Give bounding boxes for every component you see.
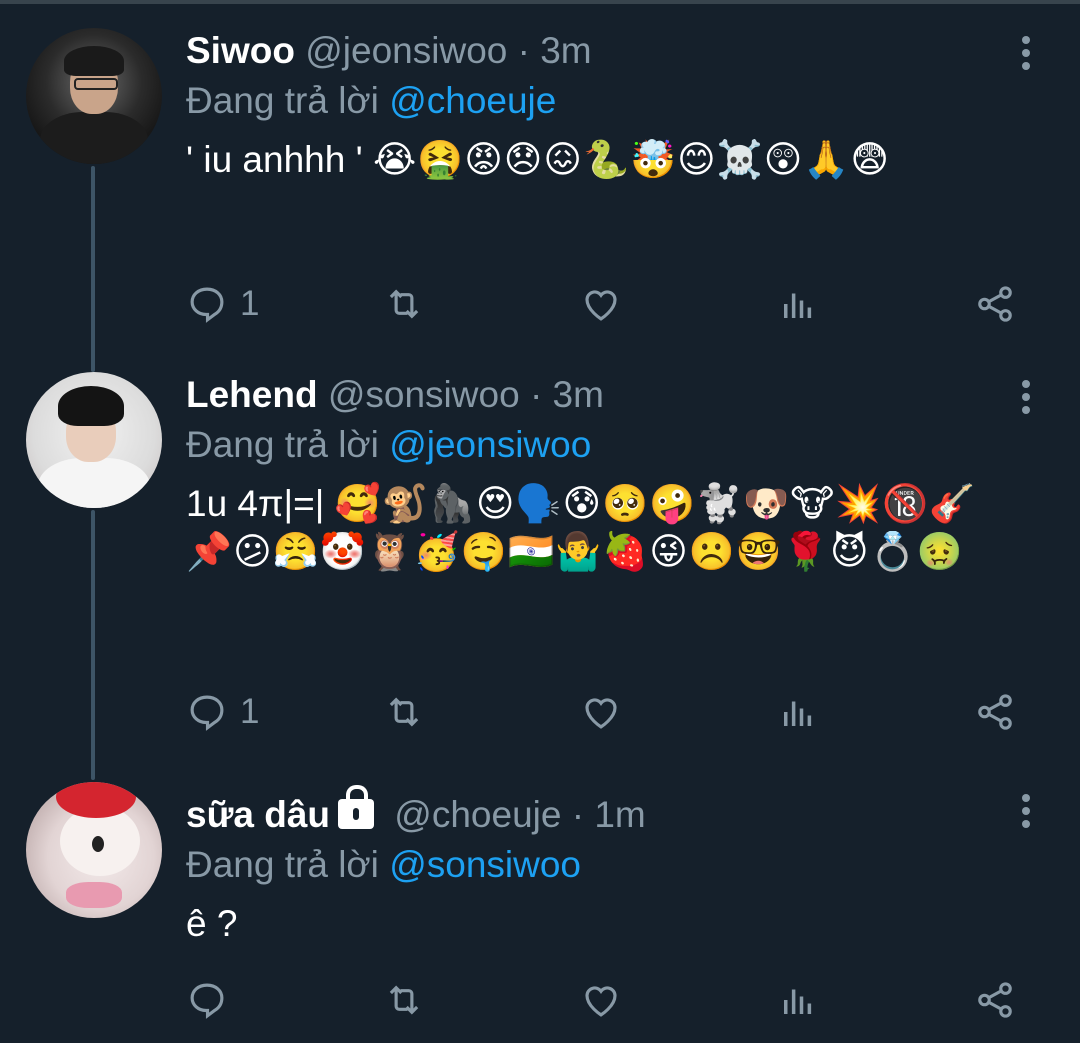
reply-context: Đang trả lời @choeuje xyxy=(186,78,1020,124)
share-button[interactable] xyxy=(974,282,1016,326)
reply-prefix: Đang trả lời xyxy=(186,424,379,465)
retweet-button[interactable] xyxy=(383,282,425,326)
separator: · xyxy=(517,30,530,71)
retweet-button[interactable] xyxy=(383,690,425,734)
share-icon xyxy=(978,982,1012,1018)
like-button[interactable] xyxy=(580,690,622,734)
timestamp[interactable]: 1m xyxy=(594,794,645,835)
reply-button[interactable]: 1 xyxy=(186,690,259,734)
reply-icon xyxy=(190,983,224,1019)
share-icon xyxy=(978,694,1012,730)
reply-prefix: Đang trả lời xyxy=(186,80,379,121)
retweet-icon xyxy=(389,289,419,319)
reply-count: 1 xyxy=(240,692,260,731)
tweet-text: ê ? xyxy=(186,900,1020,948)
more-icon[interactable] xyxy=(1020,794,1032,830)
avatar[interactable] xyxy=(26,28,162,164)
like-button[interactable] xyxy=(580,978,622,1022)
share-icon xyxy=(978,286,1012,322)
analytics-icon xyxy=(784,989,812,1014)
like-icon xyxy=(585,986,617,1017)
display-name[interactable]: sữa dâu xyxy=(186,794,330,835)
tweet-header: Siwoo @jeonsiwoo · 3m xyxy=(186,28,1020,74)
user-handle[interactable]: @sonsiwoo xyxy=(328,374,520,415)
retweet-icon xyxy=(389,697,419,727)
tweet[interactable]: Siwoo @jeonsiwoo · 3m Đang trả lời @choe… xyxy=(0,0,1080,360)
tweet[interactable]: Lehend @sonsiwoo · 3m Đang trả lời @jeon… xyxy=(0,360,1080,770)
like-icon xyxy=(585,698,617,729)
reply-mention[interactable]: @jeonsiwoo xyxy=(389,424,591,465)
tweet-actions xyxy=(186,978,1026,1022)
tweet-header: Lehend @sonsiwoo · 3m xyxy=(186,372,1020,418)
tweet[interactable]: sữa dâu @choeuje · 1m Đang trả lời @sons… xyxy=(0,770,1080,1043)
reply-icon xyxy=(190,287,224,323)
tweet-text: 1u 4π|=| 🥰🐒🦍😍🗣️😰🥺🤪🐩🐶🐮💥🔞🎸📌😕😤🤡🦉🥳🤤🇮🇳🤷‍♂️🍓😜☹… xyxy=(186,480,1020,576)
display-name[interactable]: Siwoo xyxy=(186,30,295,71)
analytics-button[interactable] xyxy=(777,282,819,326)
more-icon[interactable] xyxy=(1020,380,1032,416)
reply-context: Đang trả lời @jeonsiwoo xyxy=(186,422,1020,468)
analytics-icon xyxy=(784,293,812,318)
user-handle[interactable]: @choeuje xyxy=(394,794,561,835)
like-icon xyxy=(585,290,617,321)
lock-icon xyxy=(338,785,375,829)
analytics-button[interactable] xyxy=(777,978,819,1022)
share-button[interactable] xyxy=(974,690,1016,734)
separator: · xyxy=(529,374,543,415)
retweet-icon xyxy=(389,985,419,1015)
display-name[interactable]: Lehend xyxy=(186,374,318,415)
timestamp[interactable]: 3m xyxy=(553,374,604,415)
more-icon[interactable] xyxy=(1020,36,1032,72)
reply-prefix: Đang trả lời xyxy=(186,844,379,885)
timestamp[interactable]: 3m xyxy=(540,30,591,71)
avatar[interactable] xyxy=(26,782,162,918)
tweet-content: Siwoo @jeonsiwoo · 3m Đang trả lời @choe… xyxy=(186,28,1020,184)
reply-button[interactable] xyxy=(186,978,228,1022)
like-button[interactable] xyxy=(580,282,622,326)
analytics-button[interactable] xyxy=(777,690,819,734)
tweet-content: Lehend @sonsiwoo · 3m Đang trả lời @jeon… xyxy=(186,372,1020,576)
reply-icon xyxy=(190,695,224,731)
tweet-actions: 1 xyxy=(186,690,1026,734)
retweet-button[interactable] xyxy=(383,978,425,1022)
share-button[interactable] xyxy=(974,978,1016,1022)
tweet-text-content: ê ? xyxy=(186,903,238,944)
avatar[interactable] xyxy=(26,372,162,508)
reply-mention[interactable]: @choeuje xyxy=(389,80,556,121)
reply-count: 1 xyxy=(240,284,260,323)
reply-context: Đang trả lời @sonsiwoo xyxy=(186,842,1020,888)
reply-mention[interactable]: @sonsiwoo xyxy=(389,844,581,885)
user-handle[interactable]: @jeonsiwoo xyxy=(305,30,507,71)
tweet-text-content: 1u 4π|=| xyxy=(186,483,325,524)
analytics-icon xyxy=(784,701,812,726)
tweet-header: sữa dâu @choeuje · 1m xyxy=(186,785,1020,838)
tweet-text: ' iu anhhh ' 😭🤮😡😞😖🐍🤯😊☠️😲🙏😨 xyxy=(186,136,1020,184)
tweet-content: sữa dâu @choeuje · 1m Đang trả lời @sons… xyxy=(186,785,1020,948)
separator: · xyxy=(571,794,585,835)
tweet-actions: 1 xyxy=(186,282,1026,326)
reply-button[interactable]: 1 xyxy=(186,282,259,326)
tweet-text-content: ' iu anhhh ' xyxy=(186,139,363,180)
tweet-emojis: 😭🤮😡😞😖🐍🤯😊☠️😲🙏😨 xyxy=(372,139,890,180)
